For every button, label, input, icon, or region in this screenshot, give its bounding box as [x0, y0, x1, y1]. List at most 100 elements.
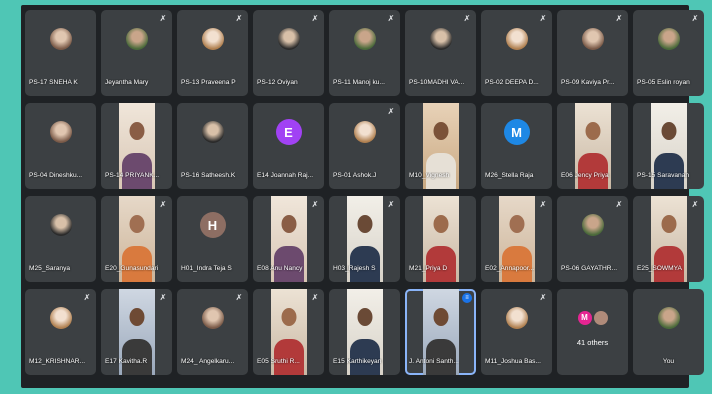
- participant-tile[interactable]: M21_Priya D: [405, 196, 476, 282]
- avatar: [353, 28, 376, 51]
- participant-name: M21_Priya D: [409, 265, 448, 272]
- avatar: [125, 28, 148, 51]
- mic-off-icon: ✗: [159, 293, 167, 302]
- participant-name: PS-12 Oviyan: [257, 79, 298, 86]
- participant-name: PS-14 PRIYANK...: [105, 172, 160, 179]
- avatar: [505, 28, 528, 51]
- mic-off-icon: ✗: [83, 293, 91, 302]
- participant-tile[interactable]: ✗ Jeyantha Mary: [101, 10, 172, 96]
- participant-tile[interactable]: ✗ PS-02 DEEPA D...: [481, 10, 552, 96]
- audio-level-icon: ≡: [462, 293, 472, 303]
- participant-name: E06 Jency Priya: [561, 172, 609, 179]
- participant-name: E15 Karthikeyan: [333, 358, 382, 365]
- participant-tile[interactable]: ✗ E02_Annapoor...: [481, 196, 552, 282]
- participant-name: PS-09 Kaviya Pr...: [561, 79, 615, 86]
- participant-tile[interactable]: M10_Vignesh: [405, 103, 476, 189]
- mic-off-icon: ✗: [539, 200, 547, 209]
- avatar: [353, 121, 376, 144]
- avatar: [657, 307, 680, 330]
- participant-name: E05 Sruthi R...: [257, 358, 300, 365]
- participant-tile[interactable]: E E14 Joannah Raj...: [253, 103, 324, 189]
- participant-name: E17 Kavitha.R: [105, 358, 148, 365]
- participant-tile[interactable]: ✗ PS-10MADHI VA...: [405, 10, 476, 96]
- mic-off-icon: ✗: [539, 293, 547, 302]
- participant-tile[interactable]: M M26_Stella Raja: [481, 103, 552, 189]
- participant-name: E20_Gunasundari: [105, 265, 159, 272]
- participant-tile[interactable]: ✗ E25_SOWMYA: [633, 196, 704, 282]
- participant-tile[interactable]: ✗ E20_Gunasundari: [101, 196, 172, 282]
- mic-off-icon: ✗: [387, 200, 395, 209]
- participant-name: H03_Rajesh S: [333, 265, 376, 272]
- avatar: [581, 28, 604, 51]
- participant-tile[interactable]: ✗ PS-06 GAYATHR...: [557, 196, 628, 282]
- avatar: [277, 28, 300, 51]
- mic-off-icon: ✗: [311, 293, 319, 302]
- participant-name: PS-13 Praveena P: [181, 79, 236, 86]
- participant-tile[interactable]: ✗ PS-09 Kaviya Pr...: [557, 10, 628, 96]
- avatar: [49, 121, 72, 144]
- participant-tile[interactable]: ✗ PS-05 Eslin royan: [633, 10, 704, 96]
- participant-name: PS-17 SNEHA K: [29, 79, 78, 86]
- avatar: [505, 307, 528, 330]
- participant-tile[interactable]: PS-17 SNEHA K: [25, 10, 96, 96]
- participant-name: PS-04 Dineshku...: [29, 172, 83, 179]
- participant-tile[interactable]: ✗ E05 Sruthi R...: [253, 289, 324, 375]
- participant-tile[interactable]: ✗ M24_ Angelkaru...: [177, 289, 248, 375]
- participant-tile[interactable]: H H01_Indra Teja S: [177, 196, 248, 282]
- avatar: E: [275, 119, 302, 146]
- avatar: [201, 121, 224, 144]
- participant-tile[interactable]: ✗ H03_Rajesh S: [329, 196, 400, 282]
- others-tile[interactable]: M 41 others: [557, 289, 628, 375]
- avatar: [49, 28, 72, 51]
- participant-grid: PS-17 SNEHA K ✗ Jeyantha Mary ✗ PS-13 Pravee…: [25, 10, 704, 375]
- mic-off-icon: ✗: [311, 14, 319, 23]
- avatar: H: [199, 212, 226, 239]
- mic-off-icon: ✗: [159, 200, 167, 209]
- mic-off-icon: ✗: [311, 200, 319, 209]
- participant-name: E02_Annapoor...: [485, 265, 535, 272]
- mic-off-icon: ✗: [539, 14, 547, 23]
- participant-tile[interactable]: ✗ E17 Kavitha.R: [101, 289, 172, 375]
- participant-name: M10_Vignesh: [409, 172, 450, 179]
- participant-name: E14 Joannah Raj...: [257, 172, 314, 179]
- participant-name: J. Antoni Santh...: [409, 358, 459, 365]
- participant-name: M11_Joshua Bas...: [485, 358, 541, 365]
- participant-tile[interactable]: ✗ PS-12 Oviyan: [253, 10, 324, 96]
- mic-off-icon: ✗: [387, 14, 395, 23]
- participant-tile[interactable]: ✗ PS-01 Ashok.J: [329, 103, 400, 189]
- participant-tile[interactable]: ≡ J. Antoni Santh...: [405, 289, 476, 375]
- participant-tile[interactable]: ✗ M12_KRISHNAR...: [25, 289, 96, 375]
- participant-tile[interactable]: ✗ E08 Anu Nancy: [253, 196, 324, 282]
- participant-name: E08 Anu Nancy: [257, 265, 303, 272]
- participant-tile[interactable]: ✗ PS-11 Manoj ku...: [329, 10, 400, 96]
- participant-name: PS-06 GAYATHR...: [561, 265, 618, 272]
- others-avatars: M: [577, 311, 608, 326]
- avatar: M: [577, 311, 592, 326]
- participant-tile[interactable]: PS-04 Dineshku...: [25, 103, 96, 189]
- mic-off-icon: ✗: [615, 200, 623, 209]
- avatar: [201, 307, 224, 330]
- participant-name: PS-16 Satheesh.K: [181, 172, 236, 179]
- participant-tile[interactable]: M25_Saranya: [25, 196, 96, 282]
- avatar: [581, 214, 604, 237]
- avatar: [49, 307, 72, 330]
- participant-tile[interactable]: PS-14 PRIYANK...: [101, 103, 172, 189]
- participant-name: PS-10MADHI VA...: [409, 79, 465, 86]
- participant-tile[interactable]: PS-15 Saravanan: [633, 103, 704, 189]
- participant-tile[interactable]: ✗ PS-13 Praveena P: [177, 10, 248, 96]
- mic-off-icon: ✗: [387, 107, 395, 116]
- mic-off-icon: ✗: [463, 14, 471, 23]
- participant-tile[interactable]: ✗ M11_Joshua Bas...: [481, 289, 552, 375]
- avatar: [201, 28, 224, 51]
- avatar: [657, 28, 680, 51]
- avatar: [429, 28, 452, 51]
- participant-tile[interactable]: PS-16 Satheesh.K: [177, 103, 248, 189]
- mic-off-icon: ✗: [235, 14, 243, 23]
- avatar: [593, 311, 608, 326]
- participant-name: H01_Indra Teja S: [181, 265, 232, 272]
- participant-tile[interactable]: E15 Karthikeyan: [329, 289, 400, 375]
- participant-tile[interactable]: E06 Jency Priya: [557, 103, 628, 189]
- participant-tile[interactable]: You: [633, 289, 704, 375]
- participant-name: M12_KRISHNAR...: [29, 358, 86, 365]
- participant-name: M26_Stella Raja: [485, 172, 534, 179]
